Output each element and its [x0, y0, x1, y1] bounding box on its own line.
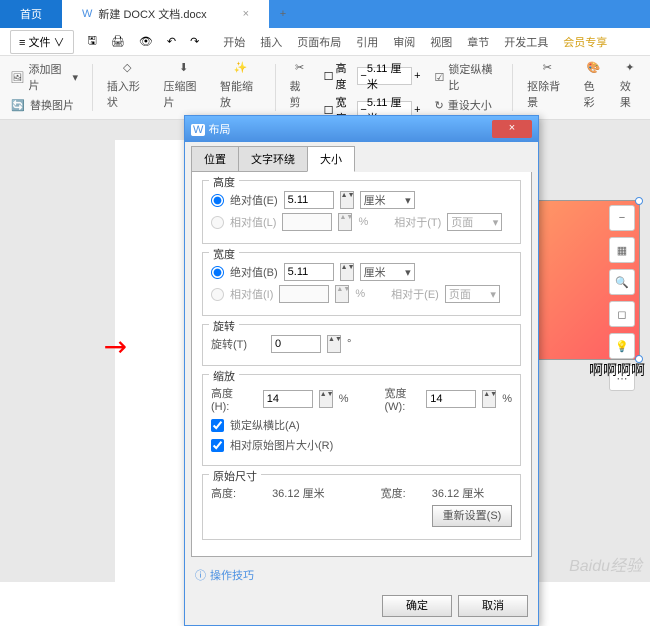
rel-height-input: [282, 213, 332, 231]
rel-orig-checkbox[interactable]: [211, 439, 224, 452]
spinner-icon[interactable]: ▲▼: [340, 191, 354, 209]
tab-layout[interactable]: 页面布局: [297, 32, 341, 52]
menu-button[interactable]: ≡ 文件 ∨: [10, 30, 74, 54]
spinner-icon[interactable]: ▲▼: [482, 390, 496, 408]
tab-ref[interactable]: 引用: [356, 32, 378, 52]
tab-review[interactable]: 审阅: [393, 32, 415, 52]
spinner-icon[interactable]: ▲▼: [340, 263, 354, 281]
rotate-input[interactable]: [271, 335, 321, 353]
height-group: 高度 绝对值(E)▲▼厘米▾ 相对值(L)▲▼%相对于(T)页面▾: [202, 180, 521, 244]
dialog-body: 高度 绝对值(E)▲▼厘米▾ 相对值(L)▲▼%相对于(T)页面▾ 宽度 绝对值…: [191, 172, 532, 557]
menubar: ≡ 文件 ∨ 🖫 🖨 👁 ↶ ↷ 开始 插入 页面布局 引用 审阅 视图 章节 …: [0, 28, 650, 56]
abs-height-input[interactable]: [284, 191, 334, 209]
crop-tool-icon[interactable]: ◻: [609, 301, 635, 327]
ok-button[interactable]: 确定: [382, 595, 452, 617]
watermark: Baidu经验: [569, 552, 642, 576]
reset-button[interactable]: 重新设置(S): [432, 505, 512, 527]
layout-dialog: W 布局 × 位置 文字环绕 大小 高度 绝对值(E)▲▼厘米▾ 相对值(L)▲…: [184, 115, 539, 626]
effect-button[interactable]: ✦效果: [618, 60, 642, 110]
layout-icon[interactable]: ▦: [609, 237, 635, 263]
scale-w-input[interactable]: [426, 390, 476, 408]
abs-width-input[interactable]: [284, 263, 334, 281]
rel-height-radio: [211, 216, 224, 229]
tab-vip[interactable]: 会员专享: [563, 32, 607, 52]
lock-ratio-checkbox[interactable]: ☑ 锁定纵横比: [433, 60, 501, 94]
tab-insert[interactable]: 插入: [260, 32, 282, 52]
dialog-tabs: 位置 文字环绕 大小: [185, 142, 538, 172]
dialog-titlebar[interactable]: W 布局 ×: [185, 116, 538, 142]
tab-size[interactable]: 大小: [307, 146, 355, 172]
dialog-close-button[interactable]: ×: [492, 120, 532, 138]
add-picture-button[interactable]: 🖼添加图片▾: [8, 60, 80, 94]
spinner-icon[interactable]: ▲▼: [327, 335, 341, 353]
dialog-footer: 确定 取消: [185, 587, 538, 625]
zoom-icon[interactable]: 🔍: [609, 269, 635, 295]
color-button[interactable]: 🎨色彩: [582, 60, 606, 110]
undo-icon[interactable]: ↶: [167, 35, 176, 48]
rel-width-input: [279, 285, 329, 303]
tips-link[interactable]: ⓘ 操作技巧: [185, 563, 538, 587]
rotate-group: 旋转 旋转(T)▲▼°: [202, 324, 521, 366]
remove-bg-button[interactable]: ✂抠除背景: [525, 60, 570, 110]
bulb-icon[interactable]: 💡: [609, 333, 635, 359]
replace-picture-button[interactable]: 🔄替换图片: [8, 96, 80, 114]
new-tab-button[interactable]: +: [269, 8, 297, 20]
cancel-button[interactable]: 取消: [458, 595, 528, 617]
scale-group: 缩放 高度(H):▲▼%宽度(W):▲▼% 锁定纵横比(A) 相对原始图片大小(…: [202, 374, 521, 466]
save-icon[interactable]: 🖫: [88, 32, 97, 51]
ribbon-tabs: 开始 插入 页面布局 引用 审阅 视图 章节 开发工具 会员专享: [223, 32, 607, 52]
tab-document[interactable]: W新建 DOCX 文档.docx×: [62, 0, 269, 28]
redo-icon[interactable]: ↷: [190, 35, 199, 48]
scale-h-input[interactable]: [263, 390, 313, 408]
crop-button[interactable]: ✂裁剪: [288, 60, 312, 110]
close-icon[interactable]: ×: [243, 8, 249, 20]
insert-shape-button[interactable]: ◇插入形状: [105, 60, 150, 110]
abs-width-radio[interactable]: [211, 266, 224, 279]
app-tabbar: 首页 W新建 DOCX 文档.docx× +: [0, 0, 650, 28]
reset-size-button[interactable]: ↻ 重设大小: [433, 96, 501, 114]
smart-scale-button[interactable]: ✨智能缩放: [218, 60, 263, 110]
tab-start[interactable]: 开始: [223, 32, 245, 52]
height-unit-select[interactable]: 厘米▾: [360, 191, 415, 209]
compress-button[interactable]: ⬇压缩图片: [161, 60, 206, 110]
tab-view[interactable]: 视图: [430, 32, 452, 52]
spinner-icon[interactable]: ▲▼: [319, 390, 333, 408]
minus-icon[interactable]: −: [609, 205, 635, 231]
tab-wrap[interactable]: 文字环绕: [238, 146, 308, 172]
width-unit-select[interactable]: 厘米▾: [360, 263, 415, 281]
ribbon: 🖼添加图片▾ 🔄替换图片 ◇插入形状 ⬇压缩图片 ✨智能缩放 ✂裁剪 ☐ 高度 …: [0, 56, 650, 120]
height-spinner[interactable]: ☐ 高度 − 5.11 厘米 +: [324, 60, 421, 92]
tab-position[interactable]: 位置: [191, 146, 239, 172]
print-icon[interactable]: 🖨: [111, 35, 125, 48]
rel-width-radio: [211, 288, 224, 301]
preview-icon[interactable]: 👁: [139, 35, 153, 48]
tab-dev[interactable]: 开发工具: [504, 32, 548, 52]
side-text: 啊啊啊啊: [589, 360, 645, 380]
width-group: 宽度 绝对值(B)▲▼厘米▾ 相对值(I)▲▼%相对于(E)页面▾: [202, 252, 521, 316]
tab-home[interactable]: 首页: [0, 0, 62, 28]
original-size-group: 原始尺寸 高度:36.12 厘米宽度:36.12 厘米 重新设置(S): [202, 474, 521, 540]
tab-section[interactable]: 章节: [467, 32, 489, 52]
lock-ratio-checkbox[interactable]: [211, 419, 224, 432]
abs-height-radio[interactable]: [211, 194, 224, 207]
